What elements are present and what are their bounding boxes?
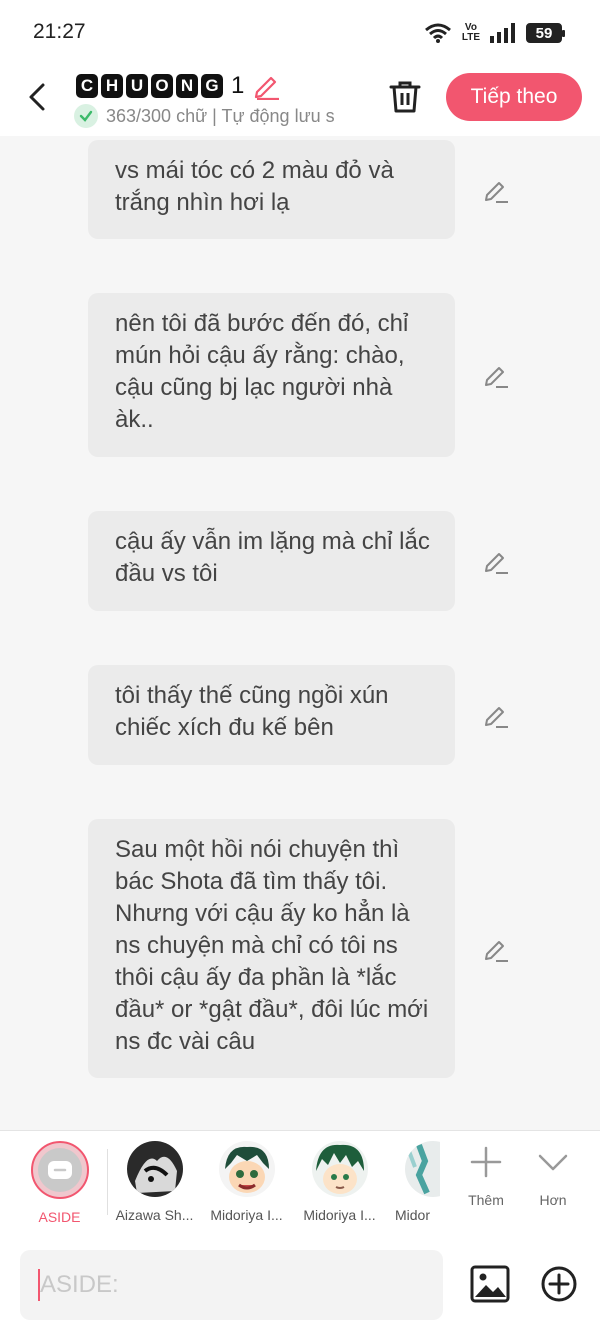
- pencil-icon: [485, 553, 508, 574]
- character-label: Midor: [395, 1207, 431, 1223]
- message-bubble[interactable]: nên tôi đã bước đến đó, chỉ mún hỏi cậu …: [88, 293, 455, 457]
- title-letter: G: [201, 74, 223, 98]
- message-bubble[interactable]: tôi thấy thế cũng ngồi xún chiếc xích đu…: [88, 665, 455, 765]
- status-time: 21:27: [33, 20, 86, 43]
- status-bar: 21:27 Vo LTE 59: [0, 0, 600, 64]
- chapter-title[interactable]: C H U O N G 1: [76, 72, 281, 100]
- character-midoriya-3[interactable]: Midor: [385, 1141, 440, 1223]
- edit-message-button[interactable]: [483, 548, 509, 574]
- avatar: [311, 1141, 368, 1197]
- edit-title-button[interactable]: [253, 72, 281, 100]
- character-label: Aizawa Sh...: [115, 1207, 194, 1223]
- add-character-button[interactable]: Thêm: [456, 1145, 516, 1208]
- title-letter: N: [176, 74, 198, 98]
- pencil-icon: [485, 941, 508, 962]
- message-bubble[interactable]: cậu ấy vẫn im lặng mà chỉ lắc đầu vs tôi: [88, 511, 455, 611]
- edit-message-button[interactable]: [483, 362, 509, 388]
- add-label: Thêm: [468, 1192, 504, 1208]
- collapse-label: Hơn: [539, 1192, 567, 1208]
- status-icons: Vo LTE 59: [424, 22, 565, 44]
- edit-message-button[interactable]: [483, 702, 509, 728]
- message-input-box[interactable]: [20, 1250, 443, 1320]
- pencil-icon: [485, 182, 508, 203]
- character-label: ASIDE: [38, 1209, 81, 1225]
- header: C H U O N G 1 363/300 chữ | Tự động lưu …: [0, 64, 600, 136]
- aside-avatar: [30, 1141, 89, 1199]
- back-button[interactable]: [22, 80, 52, 114]
- volte-icon: Vo LTE: [462, 23, 480, 43]
- network-bottom-label: LTE: [461, 32, 480, 43]
- title-letter: H: [101, 74, 123, 98]
- character-midoriya[interactable]: Midoriya I...: [199, 1141, 294, 1223]
- avatar: [218, 1141, 275, 1197]
- chevron-left-icon: [29, 83, 45, 111]
- message-bubble[interactable]: vs mái tóc có 2 màu đỏ và trắng nhìn hơi…: [88, 140, 455, 239]
- input-bar: [0, 1238, 600, 1333]
- title-letter: C: [76, 74, 98, 98]
- save-status: 363/300 chữ | Tự động lưu s: [74, 104, 364, 128]
- more-options-button[interactable]: [541, 1266, 577, 1302]
- insert-image-button[interactable]: [470, 1265, 510, 1303]
- pencil-icon: [485, 367, 508, 388]
- avatar: [405, 1141, 440, 1197]
- character-aside[interactable]: ASIDE: [12, 1141, 107, 1225]
- character-aizawa[interactable]: Aizawa Sh...: [107, 1141, 202, 1223]
- edit-message-button[interactable]: [483, 177, 509, 203]
- title-letter: O: [151, 74, 173, 98]
- title-number: 1: [231, 72, 245, 99]
- pencil-icon: [255, 76, 280, 100]
- next-button[interactable]: Tiếp theo: [446, 73, 582, 121]
- message-icon: [47, 1161, 72, 1179]
- character-midoriya-alt[interactable]: Midoriya I...: [292, 1141, 387, 1223]
- battery-icon: 59: [526, 23, 565, 43]
- message-bubble[interactable]: Sau một hồi nói chuyện thì bác Shota đã …: [88, 819, 455, 1078]
- message-input[interactable]: [40, 1250, 430, 1320]
- character-selector: ASIDE Aizawa Sh... Midoriya I... Midoriy…: [0, 1130, 600, 1238]
- check-icon: [74, 104, 98, 128]
- message-list: vs mái tóc có 2 màu đỏ và trắng nhìn hơi…: [0, 136, 600, 1130]
- pencil-icon: [485, 707, 508, 728]
- image-icon: [470, 1265, 510, 1303]
- battery-level: 59: [535, 24, 553, 42]
- trash-icon: [389, 81, 421, 113]
- plus-icon: [470, 1146, 502, 1178]
- signal-icon: [490, 23, 515, 43]
- delete-button[interactable]: [388, 78, 422, 116]
- edit-message-button[interactable]: [483, 936, 509, 962]
- word-count-status: 363/300 chữ | Tự động lưu s: [106, 105, 335, 126]
- collapse-button[interactable]: Hơn: [523, 1145, 583, 1208]
- title-letter: U: [126, 74, 148, 98]
- character-label: Midoriya I...: [210, 1207, 283, 1223]
- chevron-down-icon: [538, 1154, 568, 1171]
- add-circle-icon: [541, 1266, 577, 1302]
- avatar: [126, 1141, 183, 1197]
- character-label: Midoriya I...: [303, 1207, 376, 1223]
- wifi-icon: [424, 23, 451, 43]
